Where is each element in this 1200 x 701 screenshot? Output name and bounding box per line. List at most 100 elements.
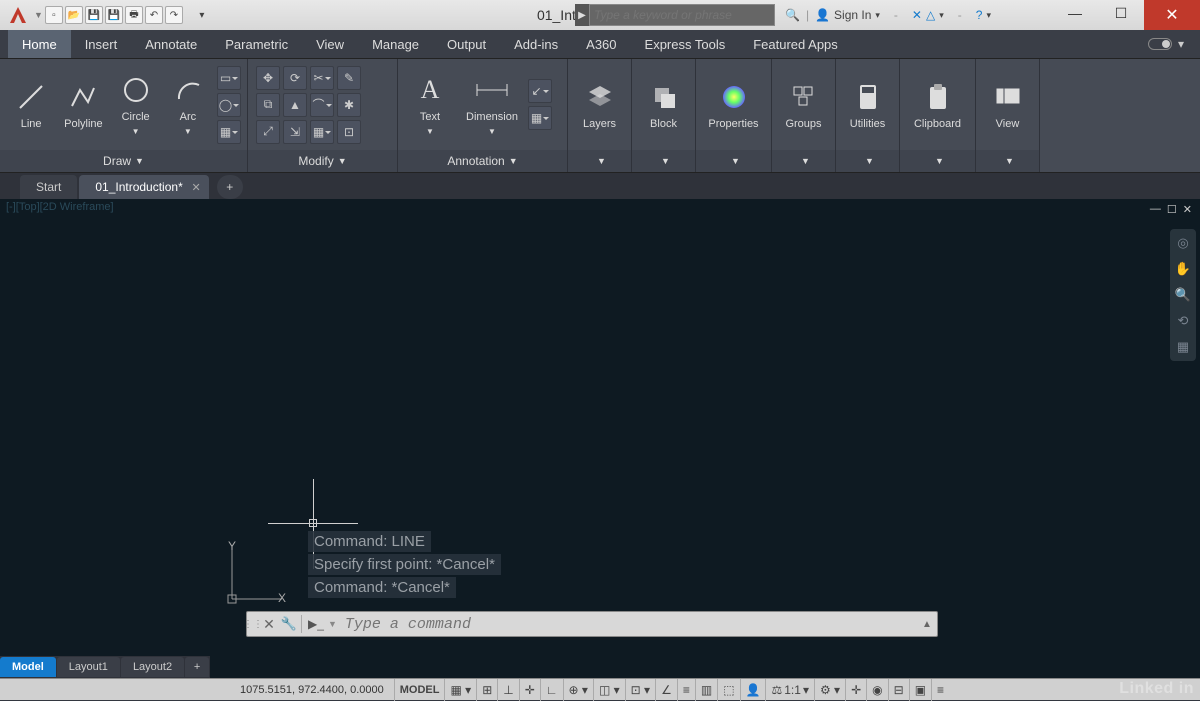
tool-dimension[interactable]: Dimension▼ — [458, 64, 526, 146]
doctab-close-icon[interactable]: ✕ — [192, 181, 201, 194]
tool-utilities[interactable]: Utilities — [842, 64, 893, 146]
cmdline-expand-icon[interactable]: ▲ — [917, 619, 937, 630]
panel-draw-title[interactable]: Draw▼ — [0, 150, 247, 172]
doctab-active[interactable]: 01_Introduction*✕ — [79, 175, 208, 199]
cmdline-recent-icon[interactable]: ▼ — [328, 619, 337, 629]
nav-pan-icon[interactable]: ✋ — [1173, 259, 1193, 279]
status-cleanscreen-icon[interactable]: ▣ — [909, 679, 931, 701]
status-coordinates[interactable]: 1075.5151, 972.4400, 0.0000 — [0, 684, 394, 696]
tool-arc[interactable]: Arc▼ — [163, 64, 213, 146]
infocenter-search-icon[interactable]: 🔍 — [785, 8, 800, 22]
panel-clipboard-expand[interactable]: ▼ — [900, 150, 975, 172]
minimize-button[interactable]: — — [1052, 0, 1098, 26]
tool-scale[interactable]: ⇲ — [283, 120, 307, 144]
tool-erase[interactable]: ✎ — [337, 66, 361, 90]
help-icon[interactable]: ? — [976, 8, 983, 22]
qat-redo-icon[interactable]: ↷ — [165, 6, 183, 24]
status-osnap-icon[interactable]: ⊡ ▾ — [625, 679, 655, 701]
cmdline-customize-icon[interactable]: 🔧 — [279, 616, 299, 632]
qat-saveas-icon[interactable]: 💾 — [105, 6, 123, 24]
nav-wheel-icon[interactable]: ◎ — [1173, 233, 1193, 253]
cmdline-close-icon[interactable]: ✕ — [259, 616, 279, 633]
tool-move[interactable]: ✥ — [256, 66, 280, 90]
qat-open-icon[interactable]: 📂 — [65, 6, 83, 24]
tool-ellipse[interactable]: ◯ — [217, 93, 241, 117]
panel-view-expand[interactable]: ▼ — [976, 150, 1039, 172]
layout-tab-model[interactable]: Model — [0, 657, 56, 677]
drawing-canvas[interactable]: [-][Top][2D Wireframe] — ☐ ✕ Y X Command… — [0, 199, 1200, 678]
tab-addins[interactable]: Add-ins — [500, 30, 572, 58]
tool-block[interactable]: Block — [638, 64, 689, 146]
qat-more-icon[interactable]: ▾ — [193, 6, 211, 24]
panel-block-expand[interactable]: ▼ — [632, 150, 695, 172]
tab-insert[interactable]: Insert — [71, 30, 132, 58]
tool-line[interactable]: Line — [6, 64, 56, 146]
qat-undo-icon[interactable]: ↶ — [145, 6, 163, 24]
tool-table[interactable]: ▦ — [528, 106, 552, 130]
panel-modify-title[interactable]: Modify▼ — [248, 150, 397, 172]
status-polar-icon[interactable]: ⊕ ▾ — [563, 679, 593, 701]
panel-layers-expand[interactable]: ▼ — [568, 150, 631, 172]
tab-output[interactable]: Output — [433, 30, 500, 58]
tool-polyline[interactable]: Polyline — [58, 64, 108, 146]
tool-leader[interactable]: ↙ — [528, 79, 552, 103]
tool-clipboard[interactable]: Clipboard — [906, 64, 969, 146]
tool-rotate[interactable]: ⟳ — [283, 66, 307, 90]
tool-array[interactable]: ▦ — [310, 120, 334, 144]
tab-manage[interactable]: Manage — [358, 30, 433, 58]
signin-button[interactable]: Sign In — [834, 8, 871, 22]
panel-utilities-expand[interactable]: ▼ — [836, 150, 899, 172]
tab-home[interactable]: Home — [8, 30, 71, 58]
status-dynamic-input-icon[interactable]: ✛ — [519, 679, 540, 701]
status-annotation-visibility-icon[interactable]: ✛ — [845, 679, 866, 701]
tab-express-tools[interactable]: Express Tools — [631, 30, 740, 58]
qat-plot-icon[interactable]: 🖶 — [125, 6, 143, 24]
help-dropdown-icon[interactable]: ▾ — [986, 10, 991, 21]
status-annotation-monitor-icon[interactable]: 👤 — [740, 679, 766, 701]
viewport-minimize-icon[interactable]: — — [1150, 203, 1161, 216]
tool-stretch[interactable]: ⤢ — [256, 120, 280, 144]
tool-rectangle[interactable]: ▭ — [217, 66, 241, 90]
signin-icon[interactable]: 👤 — [815, 8, 830, 22]
tool-groups[interactable]: Groups — [778, 64, 829, 146]
layout-tab-layout1[interactable]: Layout1 — [57, 657, 120, 677]
tool-properties[interactable]: Properties — [702, 64, 765, 146]
tool-view[interactable]: View — [982, 64, 1033, 146]
tool-explode[interactable]: ✱ — [337, 93, 361, 117]
status-infer-icon[interactable]: ⊥ — [497, 679, 518, 701]
panel-properties-expand[interactable]: ▼ — [696, 150, 771, 172]
ribbon-minimize[interactable]: ▾ — [1132, 30, 1200, 58]
signin-dropdown-icon[interactable]: ▾ — [875, 10, 880, 21]
tool-mirror[interactable]: ▲ — [283, 93, 307, 117]
status-ortho-icon[interactable]: ∟ — [540, 679, 563, 701]
app-menu-dropdown-icon[interactable]: ▼ — [34, 10, 43, 20]
tab-parametric[interactable]: Parametric — [211, 30, 302, 58]
tab-annotate[interactable]: Annotate — [131, 30, 211, 58]
status-modelspace[interactable]: MODEL — [394, 679, 445, 701]
status-workspace-icon[interactable]: ⚙ ▾ — [814, 679, 845, 701]
viewport-close-icon[interactable]: ✕ — [1183, 203, 1192, 216]
exchange-icon[interactable]: ✕ — [912, 8, 922, 22]
status-lineweight-icon[interactable]: ≡ — [677, 679, 695, 701]
tool-trim[interactable]: ✂ — [310, 66, 334, 90]
tab-view[interactable]: View — [302, 30, 358, 58]
qat-save-icon[interactable]: 💾 — [85, 6, 103, 24]
tool-circle[interactable]: Circle▼ — [111, 64, 161, 146]
a360-dropdown-icon[interactable]: ▾ — [939, 10, 944, 21]
status-hardware-accel-icon[interactable]: ◉ — [866, 679, 887, 701]
layout-tab-add[interactable]: + — [185, 657, 209, 677]
cmdline-grip-icon[interactable]: ⋮⋮ — [247, 619, 259, 630]
tool-layers[interactable]: Layers — [574, 64, 625, 146]
qat-new-icon[interactable]: ▫ — [45, 6, 63, 24]
doctab-new[interactable]: + — [217, 175, 243, 199]
status-snapmode-icon[interactable]: ⊞ — [476, 679, 497, 701]
status-3dosnap-icon[interactable]: ∠ — [655, 679, 677, 701]
tool-hatch[interactable]: ▦ — [217, 120, 241, 144]
a360-icon[interactable]: △ — [926, 8, 935, 22]
tab-a360[interactable]: A360 — [572, 30, 630, 58]
tool-offset[interactable]: ⊡ — [337, 120, 361, 144]
nav-showmotion-icon[interactable]: ▦ — [1173, 337, 1193, 357]
nav-orbit-icon[interactable]: ⟲ — [1173, 311, 1193, 331]
nav-zoom-icon[interactable]: 🔍 — [1173, 285, 1193, 305]
close-button[interactable]: ✕ — [1144, 0, 1200, 30]
